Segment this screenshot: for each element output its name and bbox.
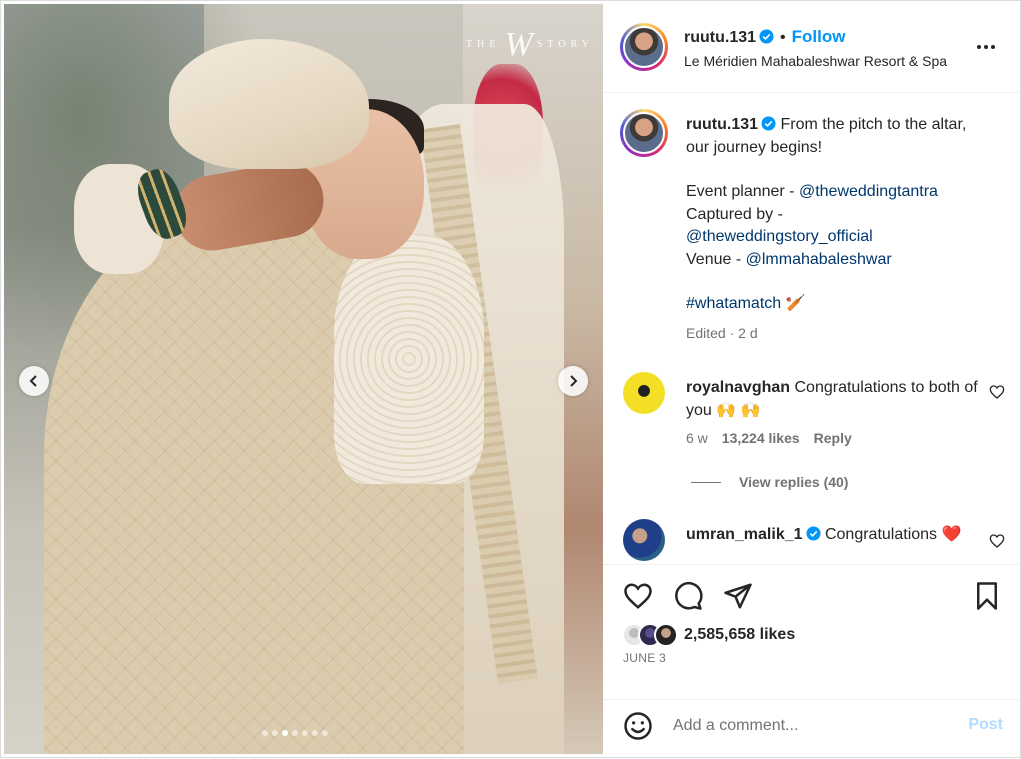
likes-count[interactable]: 2,585,658 likes	[684, 626, 795, 644]
post-side-panel: ruutu.131 • Follow Le Méridien Mahabaleshw…	[603, 1, 1021, 759]
comment-input[interactable]	[673, 710, 953, 742]
liker-avatar[interactable]	[654, 623, 678, 647]
commenter-avatar[interactable]	[623, 372, 665, 414]
venue-mention-link[interactable]: @lmmahabaleshwar	[746, 251, 892, 268]
carousel-dot	[262, 730, 268, 736]
heart-emoji: ❤️	[941, 526, 962, 543]
caption-username[interactable]: ruutu.131	[686, 116, 758, 133]
comment-bubble-icon[interactable]	[673, 581, 703, 611]
image-groom-turban	[169, 39, 369, 169]
more-options-icon[interactable]	[977, 39, 999, 55]
chevron-right-icon	[570, 375, 578, 387]
caption-edited-time: Edited · 2 d	[686, 325, 758, 341]
comments-section[interactable]: ruutu.131 From the pitch to the altar, o…	[603, 94, 1021, 564]
view-replies-label: View replies (40)	[739, 474, 849, 490]
instagram-post-dialog: THE W STORY ruutu.131 • Follow Le Méridien M…	[0, 0, 1021, 758]
reply-button[interactable]: Reply	[814, 430, 852, 446]
caption-text: ruutu.131 From the pitch to the altar, o…	[686, 114, 986, 316]
carousel-dot	[302, 730, 308, 736]
carousel-dot	[292, 730, 298, 736]
verified-badge-icon	[761, 116, 776, 131]
like-heart-icon[interactable]	[623, 581, 653, 611]
emoji-smiley-icon[interactable]	[623, 711, 653, 741]
image-bride-blouse	[334, 234, 484, 484]
view-replies-button[interactable]: View replies (40)	[691, 474, 848, 490]
post-header: ruutu.131 • Follow Le Méridien Mahabaleshw…	[603, 1, 1021, 93]
comment-text: royalnavghan Congratulations to both of …	[686, 377, 981, 422]
carousel-dot	[322, 730, 328, 736]
watermark-logo: W	[504, 26, 533, 63]
share-paper-plane-icon[interactable]	[723, 581, 753, 611]
comment-text: umran_malik_1 Congratulations ❤️	[686, 524, 981, 547]
carousel-dot	[282, 730, 288, 736]
author-username[interactable]: ruutu.131	[684, 29, 756, 46]
venue-label: Venue -	[686, 250, 746, 268]
carousel-dot	[272, 730, 278, 736]
carousel-dot	[312, 730, 318, 736]
verified-badge-icon	[805, 526, 821, 541]
watermark-text-right: STORY	[536, 39, 594, 50]
post-image[interactable]: THE W STORY	[4, 4, 603, 754]
planner-mention-link[interactable]: @theweddingtantra	[799, 183, 938, 200]
follow-button[interactable]: Follow	[792, 27, 846, 46]
comment-body: Congratulations	[824, 526, 938, 543]
cricket-bat-emoji: 🏏	[785, 295, 806, 312]
commenter-avatar[interactable]	[623, 519, 665, 561]
carousel-indicator	[262, 730, 328, 736]
header-author-line: ruutu.131 • Follow	[684, 27, 845, 47]
comment-like-heart-icon[interactable]	[989, 533, 1005, 549]
post-location[interactable]: Le Méridien Mahabaleshwar Resort & Spa	[684, 53, 959, 69]
author-avatar[interactable]	[620, 23, 668, 71]
post-actions: 2,585,658 likes JUNE 3	[603, 564, 1021, 699]
comment-likes[interactable]: 13,224 likes	[722, 430, 800, 446]
captured-label: Captured by -	[686, 205, 783, 223]
header-separator: •	[780, 29, 786, 46]
watermark-text-left: THE	[466, 39, 501, 50]
comment-meta: 6 w 13,224 likes Reply	[686, 430, 852, 446]
photographer-mention-link[interactable]: @theweddingstory_official	[686, 226, 986, 249]
chevron-left-icon	[29, 375, 37, 387]
verified-badge-icon	[759, 29, 774, 44]
photographer-watermark: THE W STORY	[466, 26, 594, 64]
post-date[interactable]: JUNE 3	[623, 651, 666, 665]
caption-author-avatar[interactable]	[620, 109, 668, 157]
save-bookmark-icon[interactable]	[972, 581, 1002, 611]
commenter-username[interactable]: royalnavghan	[686, 379, 790, 396]
replies-divider	[691, 481, 721, 483]
likes-row: 2,585,658 likes	[622, 621, 795, 649]
commenter-username[interactable]: umran_malik_1	[686, 526, 803, 543]
planner-label: Event planner -	[686, 183, 799, 200]
comment-time[interactable]: 6 w	[686, 430, 708, 446]
carousel-next-button[interactable]	[558, 366, 588, 396]
hashtag-link[interactable]: #whatamatch	[686, 295, 781, 312]
comment-like-heart-icon[interactable]	[989, 384, 1005, 400]
carousel-prev-button[interactable]	[19, 366, 49, 396]
post-comment-button[interactable]: Post	[968, 716, 1003, 734]
add-comment-bar: Post	[603, 699, 1021, 755]
